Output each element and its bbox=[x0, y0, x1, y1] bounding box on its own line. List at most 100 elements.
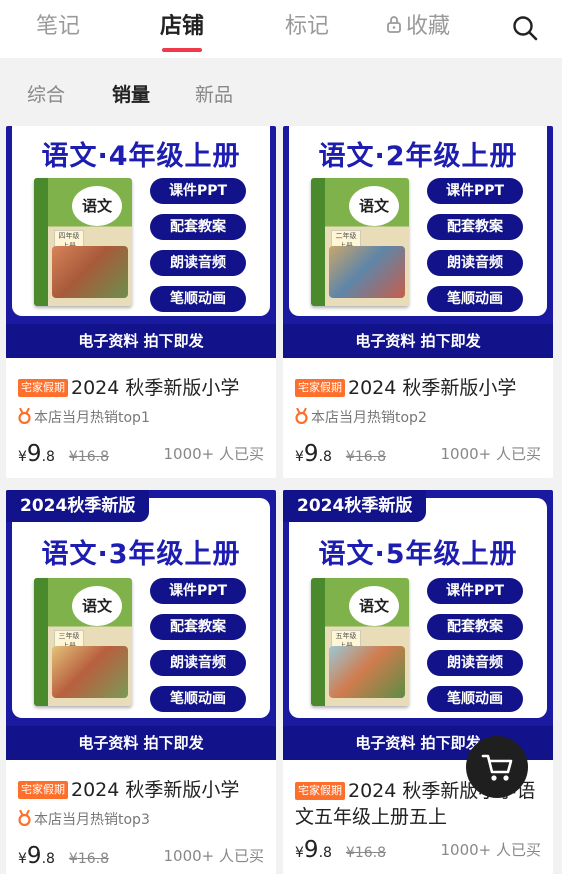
feature-pill: 笔顺动画 bbox=[150, 286, 246, 312]
feature-pill: 笔顺动画 bbox=[427, 686, 523, 712]
lock-icon bbox=[386, 12, 402, 42]
feature-pill: 课件PPT bbox=[150, 578, 246, 604]
poster-title: 语文·3年级上册 bbox=[41, 539, 241, 570]
poster-banner: 2024秋季新版 bbox=[6, 490, 150, 522]
poster-footer: 电子资料 拍下即发 bbox=[6, 324, 276, 358]
textbook-cover: 语文 四年级 上册 bbox=[34, 178, 132, 306]
hot-sales-text: 本店当月热销top3 bbox=[34, 812, 150, 828]
product-poster: 语文·4年级上册 语文 四年级 上册 课件PPT 配套教案 朗读音频 笔顺动画 … bbox=[6, 126, 276, 358]
price-row: ¥9.8 ¥16.8 1000+ 人已买 bbox=[18, 842, 264, 870]
poster-title: 语文·4年级上册 bbox=[41, 141, 241, 172]
product-name: 宅家假期 2024 秋季新版小学 bbox=[18, 778, 264, 802]
hot-sales-text: 本店当月热销top2 bbox=[311, 410, 427, 426]
price-integer: 9 bbox=[303, 837, 319, 863]
currency: ¥ bbox=[295, 845, 304, 861]
feature-pill: 笔顺动画 bbox=[150, 686, 246, 712]
book-title: 语文 bbox=[72, 586, 122, 626]
sold-count: 1000+ 人已买 bbox=[440, 445, 541, 463]
price-decimal: .8 bbox=[41, 449, 55, 465]
product-name-text: 2024 秋季新版小学 bbox=[71, 377, 240, 399]
promo-tag: 宅家假期 bbox=[295, 782, 345, 800]
original-price: ¥16.8 bbox=[345, 845, 387, 861]
product-poster: 2024秋季新版 语文·5年级上册 语文 五年级 上册 课件PPT 配套教案 朗… bbox=[283, 490, 553, 760]
feature-pill: 朗读音频 bbox=[427, 250, 523, 276]
book-illustration bbox=[329, 646, 405, 698]
medal-icon bbox=[18, 407, 31, 430]
book-illustration bbox=[52, 246, 128, 298]
price-integer: 9 bbox=[26, 441, 42, 467]
book-title: 语文 bbox=[72, 186, 122, 226]
feature-list: 课件PPT 配套教案 朗读音频 笔顺动画 bbox=[150, 178, 246, 322]
sort-overall[interactable]: 综合 bbox=[27, 80, 65, 107]
promo-tag: 宅家假期 bbox=[18, 379, 68, 397]
tab-collect-label: 收藏 bbox=[406, 14, 451, 39]
original-price: ¥16.8 bbox=[68, 851, 110, 867]
poster-title: 语文·5年级上册 bbox=[318, 539, 518, 570]
poster-banner: 2024秋季新版 bbox=[283, 490, 427, 522]
feature-list: 课件PPT 配套教案 朗读音频 笔顺动画 bbox=[150, 578, 246, 722]
tab-marks[interactable]: 标记 bbox=[285, 12, 329, 42]
price-integer: 9 bbox=[26, 843, 42, 869]
price-decimal: .8 bbox=[41, 851, 55, 867]
top-tab-bar: 笔记 店铺 标记 收藏 bbox=[0, 0, 562, 58]
book-illustration bbox=[52, 646, 128, 698]
textbook-cover: 语文 三年级 上册 bbox=[34, 578, 132, 706]
feature-pill: 配套教案 bbox=[427, 614, 523, 640]
product-poster: 2024秋季新版 语文·3年级上册 语文 三年级 上册 课件PPT 配套教案 朗… bbox=[6, 490, 276, 760]
sold-count: 1000+ 人已买 bbox=[440, 841, 541, 859]
tab-notes[interactable]: 笔记 bbox=[36, 12, 80, 42]
product-card[interactable]: 语文·2年级上册 语文 二年级 上册 课件PPT 配套教案 朗读音频 笔顺动画 … bbox=[283, 126, 553, 478]
sort-tab-bar: 综合 销量 新品 bbox=[0, 58, 562, 126]
feature-list: 课件PPT 配套教案 朗读音频 笔顺动画 bbox=[427, 578, 523, 722]
medal-icon bbox=[295, 407, 308, 430]
hot-sales-text: 本店当月热销top1 bbox=[34, 410, 150, 426]
cart-icon bbox=[481, 754, 513, 781]
feature-pill: 朗读音频 bbox=[150, 650, 246, 676]
product-name: 宅家假期 2024 秋季新版小学 bbox=[295, 376, 541, 400]
sold-count: 1000+ 人已买 bbox=[163, 847, 264, 865]
sold-count: 1000+ 人已买 bbox=[163, 445, 264, 463]
product-name: 宅家假期 2024 秋季新版小学 bbox=[18, 376, 264, 400]
feature-pill: 朗读音频 bbox=[427, 650, 523, 676]
currency: ¥ bbox=[295, 449, 304, 465]
tab-shop-label: 店铺 bbox=[160, 14, 205, 39]
medal-icon bbox=[18, 809, 31, 832]
currency: ¥ bbox=[18, 851, 27, 867]
cart-button[interactable] bbox=[466, 736, 528, 798]
book-title: 语文 bbox=[349, 586, 399, 626]
feature-pill: 课件PPT bbox=[427, 578, 523, 604]
price-row: ¥9.8 ¥16.8 1000+ 人已买 bbox=[18, 440, 264, 468]
feature-list: 课件PPT 配套教案 朗读音频 笔顺动画 bbox=[427, 178, 523, 322]
promo-tag: 宅家假期 bbox=[295, 379, 345, 397]
sort-sales[interactable]: 销量 bbox=[112, 80, 150, 107]
active-tab-indicator bbox=[162, 48, 203, 52]
product-name-text: 2024 秋季新版小学 bbox=[71, 779, 240, 801]
product-name-text: 2024 秋季新版小学 bbox=[348, 377, 517, 399]
search-icon[interactable] bbox=[511, 14, 539, 42]
tab-shop[interactable]: 店铺 bbox=[160, 12, 205, 52]
book-title: 语文 bbox=[349, 186, 399, 226]
feature-pill: 课件PPT bbox=[427, 178, 523, 204]
book-illustration bbox=[329, 246, 405, 298]
hot-sales-label: 本店当月热销top2 bbox=[295, 407, 541, 430]
product-card[interactable]: 2024秋季新版 语文·5年级上册 语文 五年级 上册 课件PPT 配套教案 朗… bbox=[283, 490, 553, 874]
hot-sales-label: 本店当月热销top1 bbox=[18, 407, 264, 430]
product-card[interactable]: 语文·4年级上册 语文 四年级 上册 课件PPT 配套教案 朗读音频 笔顺动画 … bbox=[6, 126, 276, 478]
product-card[interactable]: 2024秋季新版 语文·3年级上册 语文 三年级 上册 课件PPT 配套教案 朗… bbox=[6, 490, 276, 874]
textbook-cover: 语文 五年级 上册 bbox=[311, 578, 409, 706]
hot-sales-label: 本店当月热销top3 bbox=[18, 809, 264, 832]
price-integer: 9 bbox=[303, 441, 319, 467]
poster-footer: 电子资料 拍下即发 bbox=[6, 726, 276, 760]
sort-new[interactable]: 新品 bbox=[195, 80, 233, 107]
textbook-cover: 语文 二年级 上册 bbox=[311, 178, 409, 306]
feature-pill: 配套教案 bbox=[150, 214, 246, 240]
feature-pill: 配套教案 bbox=[150, 614, 246, 640]
poster-title: 语文·2年级上册 bbox=[318, 141, 518, 172]
feature-pill: 配套教案 bbox=[427, 214, 523, 240]
currency: ¥ bbox=[18, 449, 27, 465]
price-row: ¥9.8 ¥16.8 1000+ 人已买 bbox=[295, 836, 541, 864]
feature-pill: 朗读音频 bbox=[150, 250, 246, 276]
tab-collect[interactable]: 收藏 bbox=[386, 12, 450, 42]
price-decimal: .8 bbox=[318, 449, 332, 465]
feature-pill: 课件PPT bbox=[150, 178, 246, 204]
